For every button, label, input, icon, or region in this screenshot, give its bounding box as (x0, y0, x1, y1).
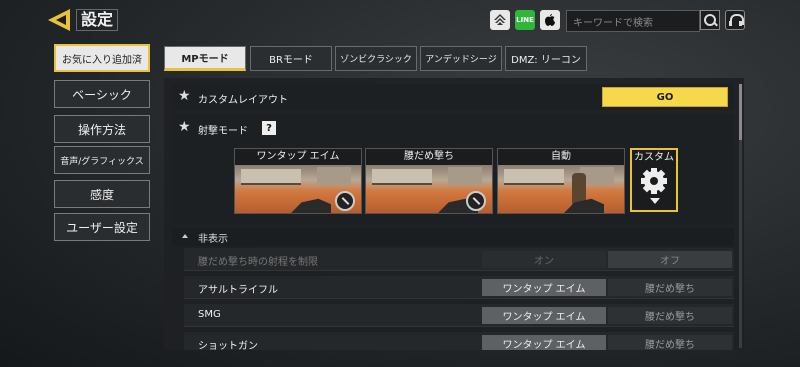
mode-card-label: 自動 (498, 149, 624, 165)
option-row-shotgun: ショットガン ワンタップ エイム 腰だめ撃ち (184, 332, 734, 350)
menu-item-favorites[interactable]: お気に入り追加済 (54, 44, 150, 72)
page-title: 設定 (76, 9, 119, 31)
collapse-icon (182, 234, 188, 238)
pen-icon (466, 191, 486, 211)
option-choice-one-tap-aim[interactable]: ワンタップ エイム (482, 335, 606, 350)
settings-panel: ★ カスタムレイアウト GO ★ 射撃モード ? ワンタップ エイム 腰だめ撃ち… (164, 78, 744, 350)
star-icon[interactable]: ★ (178, 88, 191, 104)
menu-item-basic[interactable]: ベーシック (54, 80, 150, 108)
apple-icon[interactable] (540, 10, 560, 30)
star-icon[interactable]: ★ (178, 119, 191, 135)
mode-card-one-tap-aim[interactable]: ワンタップ エイム (234, 148, 362, 214)
mode-card-label: 腰だめ撃ち (366, 149, 492, 165)
option-choice-one-tap-aim[interactable]: ワンタップ エイム (482, 279, 606, 296)
custom-layout-row: ★ カスタムレイアウト GO (172, 84, 734, 110)
menu-item-controls[interactable]: 操作方法 (54, 115, 150, 143)
option-choice-hip-fire[interactable]: 腰だめ撃ち (608, 279, 732, 296)
line-icon-label: LINE (516, 16, 534, 24)
option-label: ショットガン (198, 341, 258, 350)
mode-preview-image (498, 165, 624, 213)
mode-card-custom[interactable]: カスタム (630, 148, 678, 212)
option-choice-on[interactable]: オン (482, 251, 606, 268)
tab-undead-siege[interactable]: アンデッドシージ (420, 46, 502, 71)
menu-item-user-settings[interactable]: ユーザー設定 (54, 213, 150, 241)
search-field[interactable] (566, 10, 700, 34)
scrollbar-thumb[interactable] (739, 84, 742, 140)
go-button[interactable]: GO (602, 87, 728, 107)
line-icon[interactable]: LINE (515, 10, 535, 30)
fire-mode-label: 射撃モード (198, 126, 248, 137)
mode-card-auto[interactable]: 自動 (497, 148, 625, 214)
option-choice-hip-fire[interactable]: 腰だめ撃ち (608, 307, 732, 324)
pen-icon (335, 191, 355, 211)
chevron-down-icon (650, 198, 660, 204)
custom-layout-label: カスタムレイアウト (198, 95, 288, 106)
mode-card-label: ワンタップ エイム (235, 149, 361, 165)
option-choice-one-tap-aim[interactable]: ワンタップ エイム (482, 307, 606, 324)
tab-zombie-classic[interactable]: ゾンビクラシック (335, 46, 417, 71)
activision-icon[interactable] (490, 10, 510, 30)
hidden-section-header[interactable]: 非表示 (172, 228, 734, 246)
gear-icon (641, 168, 667, 194)
scrollbar[interactable] (739, 84, 742, 348)
mode-preview-image (235, 165, 361, 213)
option-row-hip-fire-range: 腰だめ撃ち時の射程を制限 オン オフ (184, 248, 734, 271)
mode-card-label: カスタム (634, 152, 674, 163)
option-row-assault-rifle: アサルトライフル ワンタップ エイム 腰だめ撃ち (184, 276, 734, 299)
back-button[interactable] (48, 9, 70, 31)
option-choice-hip-fire[interactable]: 腰だめ撃ち (608, 335, 732, 350)
fire-mode-row: ★ 射撃モード ? ワンタップ エイム 腰だめ撃ち 自動 カスタム (172, 114, 734, 224)
option-label: 腰だめ撃ち時の射程を制限 (198, 257, 318, 268)
tab-br-mode[interactable]: BRモード (250, 46, 332, 71)
mode-preview-image (366, 165, 492, 213)
tab-mp-mode[interactable]: MPモード (164, 46, 246, 71)
option-label: アサルトライフル (198, 285, 278, 296)
help-icon[interactable]: ? (262, 121, 276, 135)
search-button[interactable] (700, 10, 720, 30)
tab-dmz-recon[interactable]: DMZ: リーコン (505, 46, 587, 71)
option-row-smg: SMG ワンタップ エイム 腰だめ撃ち (184, 304, 734, 327)
menu-item-sensitivity[interactable]: 感度 (54, 180, 150, 208)
menu-item-audio-graphics[interactable]: 音声/グラフィックス (54, 146, 150, 174)
search-input[interactable] (567, 13, 699, 34)
mode-card-hip-fire[interactable]: 腰だめ撃ち (365, 148, 493, 214)
support-button[interactable] (725, 10, 745, 30)
option-label: SMG (198, 309, 221, 320)
hidden-section-label: 非表示 (198, 234, 228, 245)
option-choice-off[interactable]: オフ (608, 251, 732, 268)
